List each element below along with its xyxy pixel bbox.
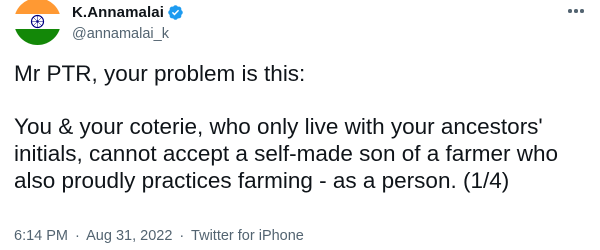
verified-badge-icon (167, 4, 184, 21)
tweet-paragraph: You & your coterie, who only live with y… (14, 114, 559, 193)
more-options-icon[interactable] (562, 1, 590, 21)
dot (580, 9, 584, 13)
tweet-header: K.Annamalai @annamalai_k (14, 0, 586, 50)
meta-separator: · (75, 228, 80, 244)
dot (574, 9, 578, 13)
chakra-icon (30, 14, 45, 29)
tweet-date[interactable]: Aug 31, 2022 (86, 228, 172, 244)
tweet-time[interactable]: 6:14 PM (14, 228, 68, 244)
tweet-paragraph: Mr PTR, your problem is this: (14, 61, 306, 86)
tweet-source[interactable]: Twitter for iPhone (191, 228, 304, 244)
name-row: K.Annamalai (72, 3, 184, 21)
dot (568, 9, 572, 13)
display-name[interactable]: K.Annamalai (72, 5, 164, 20)
handle[interactable]: @annamalai_k (72, 27, 184, 42)
avatar[interactable] (14, 0, 61, 45)
author-names: K.Annamalai @annamalai_k (72, 3, 184, 42)
tweet-text: Mr PTR, your problem is this: You & your… (14, 60, 586, 194)
meta-separator: · (179, 228, 185, 244)
tweet-meta: 6:14 PM · Aug 31, 2022 · Twitter for iPh… (14, 228, 304, 244)
tweet-card: K.Annamalai @annamalai_k Mr PTR, your pr… (0, 0, 600, 250)
